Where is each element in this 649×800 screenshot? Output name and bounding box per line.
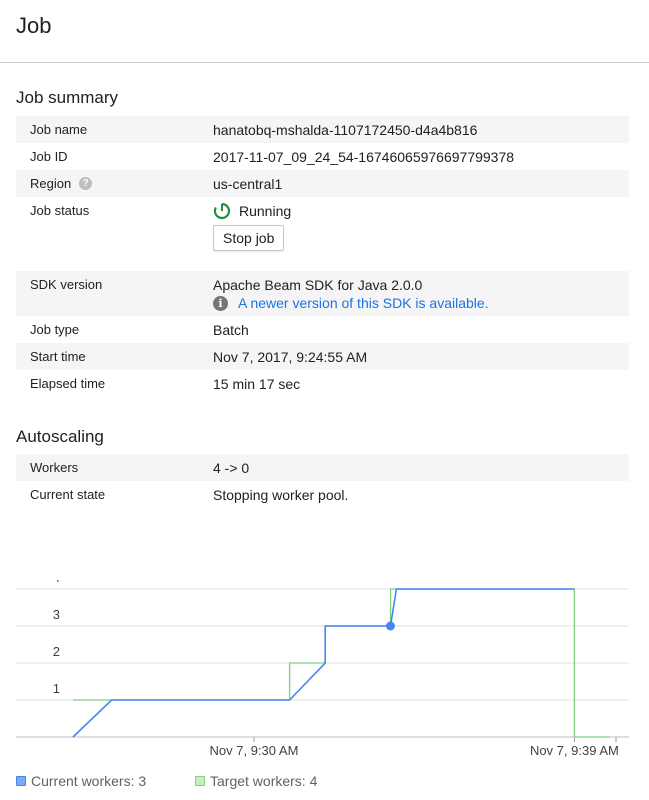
job-status-value-wrap: Running [213,197,291,224]
job-type-row: Job type Batch [16,316,629,343]
x-tick-label: Nov 7, 9:39 AM [530,743,619,758]
job-status-label: Job status [30,203,90,218]
current-state-row: Current state Stopping worker pool. [16,481,629,508]
stop-job-button[interactable]: Stop job [213,225,285,251]
job-status-value: Running [239,202,292,219]
sdk-version-label: SDK version [30,277,103,292]
job-id-label: Job ID [30,149,68,164]
region-label: Region [30,176,72,191]
workers-label: Workers [30,460,79,475]
target-workers-swatch [195,776,205,786]
sdk-note: i A newer version of this SDK is availab… [213,292,489,314]
y-tick-label: 3 [53,607,60,622]
job-summary-title: Job summary [16,88,119,107]
page-title: Job [16,13,52,38]
sdk-update-link[interactable]: A newer version of this SDK is available… [238,295,489,311]
elapsed-time-row: Elapsed time 15 min 17 sec [16,370,629,397]
job-status-row: Job status Running Stop job [16,197,629,263]
current-state-label: Current state [30,487,106,502]
job-id-row: Job ID 2017-11-07_09_24_54-1674606597669… [16,143,629,170]
region-label-wrap: Region ? [30,170,93,197]
elapsed-time-value: 15 min 17 sec [213,375,301,392]
y-tick-label: 4 [53,580,60,585]
start-time-value: Nov 7, 2017, 9:24:55 AM [213,348,368,365]
info-icon: i [213,295,228,311]
job-name-label: Job name [30,122,88,137]
current-workers-swatch [16,776,26,786]
job-type-value: Batch [213,321,249,338]
chart-x-ticks: Nov 7, 9:30 AM Nov 7, 9:39 AM [210,737,619,758]
y-tick-label: 2 [53,644,60,659]
legend-target-workers[interactable]: Target workers: 4 [195,773,317,789]
help-icon[interactable]: ? [79,177,93,190]
legend-current-workers[interactable]: Current workers: 3 [16,773,146,789]
legend-current-workers-label: Current workers: 3 [31,773,147,789]
hover-marker [385,621,395,631]
workers-chart: 1 2 3 4 Nov 7, 9:30 AM Nov 7, 9:39 AM [16,580,629,758]
running-icon [213,202,231,219]
current-state-value: Stopping worker pool. [213,486,349,503]
y-tick-label: 1 [53,681,60,696]
job-name-value: hanatobq-mshalda-1107172450-d4a4b816 [213,121,478,138]
elapsed-time-label: Elapsed time [30,376,106,391]
start-time-row: Start time Nov 7, 2017, 9:24:55 AM [16,343,629,370]
autoscaling-title: Autoscaling [16,427,104,446]
job-name-row: Job name hanatobq-mshalda-1107172450-d4a… [16,116,629,143]
region-value: us-central1 [213,175,283,192]
region-row: Region ? us-central1 [16,170,629,197]
page-header: Job [0,0,649,63]
legend-target-workers-label: Target workers: 4 [210,773,318,789]
sdk-version-row: SDK version Apache Beam SDK for Java 2.0… [16,271,629,316]
workers-row: Workers 4 -> 0 [16,454,629,481]
x-tick-label: Nov 7, 9:30 AM [210,743,299,758]
workers-value: 4 -> 0 [213,459,250,476]
job-type-label: Job type [30,322,80,337]
start-time-label: Start time [30,349,86,364]
chart-y-labels: 1 2 3 4 [53,580,60,696]
job-id-value: 2017-11-07_09_24_54-16746065976697799378 [213,148,515,165]
